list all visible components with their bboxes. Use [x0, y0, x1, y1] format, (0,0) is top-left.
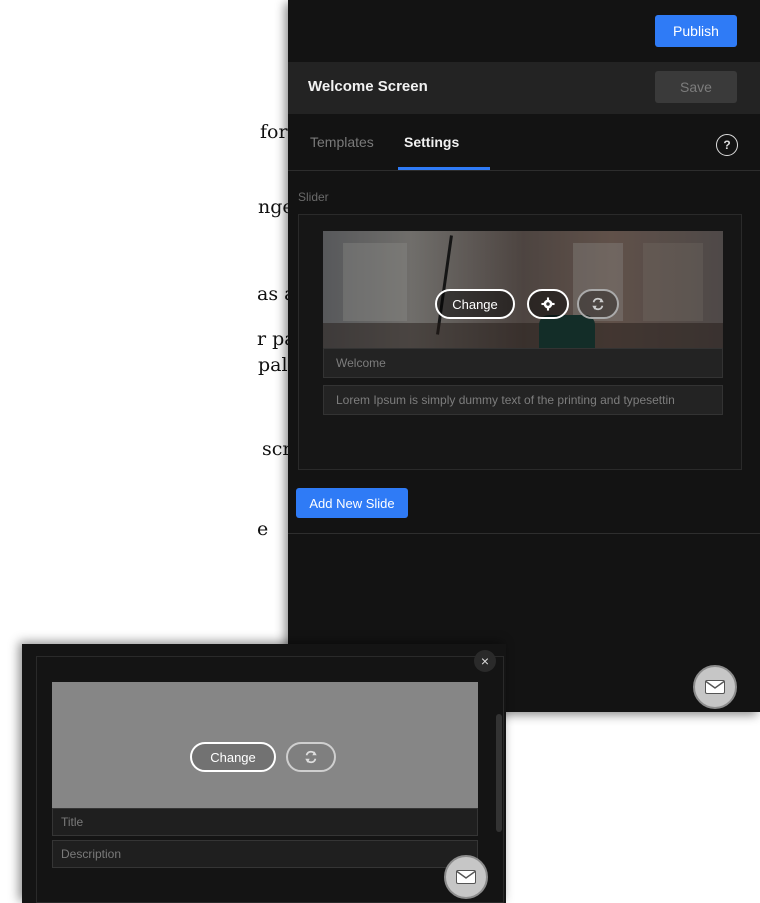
doc-line: e [257, 518, 269, 540]
save-button[interactable]: Save [655, 71, 737, 103]
slide-settings-button[interactable] [527, 289, 569, 319]
close-icon[interactable]: × [474, 650, 496, 672]
slide-description-input[interactable]: Lorem Ipsum is simply dummy text of the … [323, 385, 723, 415]
divider [288, 533, 760, 534]
slide-image: Change [323, 231, 723, 361]
mail-icon [705, 680, 725, 694]
new-slide-editor: × Change Title Description [22, 644, 506, 903]
change-image-button[interactable]: Change [190, 742, 276, 772]
page-title: Welcome Screen [308, 78, 428, 95]
refresh-icon [592, 297, 604, 311]
slide-title-input[interactable]: Welcome [323, 348, 723, 378]
add-new-slide-button[interactable]: Add New Slide [296, 488, 408, 518]
help-icon[interactable]: ? [716, 134, 738, 156]
panel-header: Welcome Screen Save [288, 62, 760, 114]
reset-image-button[interactable] [286, 742, 336, 772]
tab-bar: Templates Settings ? [288, 114, 760, 171]
mail-icon [456, 870, 476, 884]
refresh-icon [305, 750, 317, 764]
tab-templates[interactable]: Templates [310, 134, 374, 150]
settings-panel: Publish Welcome Screen Save Templates Se… [288, 0, 760, 712]
reset-image-button[interactable] [577, 289, 619, 319]
description-input[interactable]: Description [52, 840, 478, 868]
title-input[interactable]: Title [52, 808, 478, 836]
message-button[interactable] [444, 855, 488, 899]
change-image-button[interactable]: Change [435, 289, 515, 319]
scrollbar[interactable] [496, 714, 502, 832]
tab-settings[interactable]: Settings [404, 134, 459, 150]
slide-card: Change Welcome Lorem Ipsum is simply dum… [298, 214, 742, 470]
slider-section-label: Slider [298, 190, 329, 204]
publish-button[interactable]: Publish [655, 15, 737, 47]
message-button[interactable] [693, 665, 737, 709]
active-tab-indicator [398, 167, 490, 170]
slide-image-placeholder: Change [52, 682, 478, 818]
gear-icon [541, 297, 555, 311]
